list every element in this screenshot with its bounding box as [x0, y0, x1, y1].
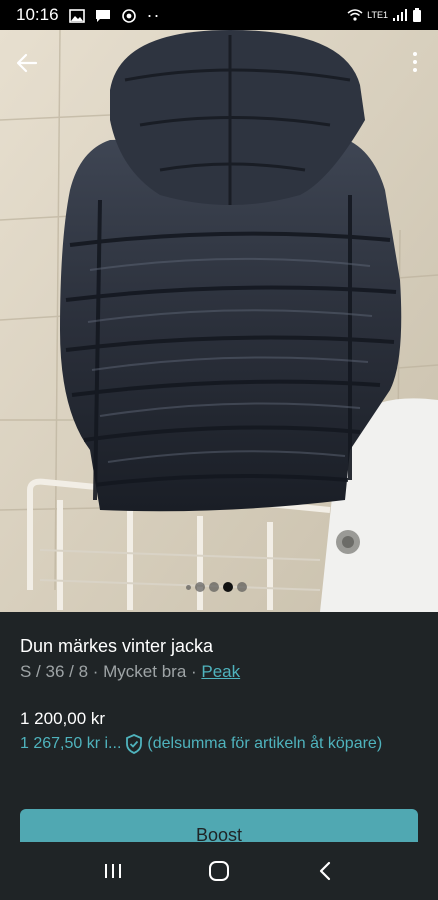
signal-icon: [392, 8, 408, 22]
image-icon: [68, 8, 85, 23]
carousel-dot[interactable]: [186, 584, 191, 590]
back-arrow-icon[interactable]: [12, 48, 42, 78]
carousel-dot-active[interactable]: [223, 582, 233, 592]
listing-details: Dun märkes vinter jacka S / 36 / 8 · Myc…: [0, 612, 438, 857]
buyer-price-note: (delsumma för artikeln åt köpare): [147, 735, 383, 752]
listing-price: 1 200,00 kr: [20, 709, 106, 728]
buyer-price: 1 267,50 kr i...: [20, 735, 122, 752]
shield-check-icon: [125, 734, 143, 754]
status-more-dots: ··: [146, 4, 161, 25]
jacket-image: [0, 30, 438, 612]
wifi-icon: [347, 8, 363, 22]
carousel-dot[interactable]: [195, 582, 205, 592]
message-icon: [95, 8, 111, 22]
listing-attributes: S / 36 / 8 · Mycket bra · Peak: [20, 662, 240, 682]
back-nav-icon[interactable]: [305, 851, 345, 891]
status-bar: 10:16 ·· LTE1: [0, 0, 438, 30]
home-icon[interactable]: [199, 851, 239, 891]
carousel-indicator: [186, 582, 247, 592]
chrome-icon: [121, 8, 137, 23]
listing-photo[interactable]: [0, 30, 438, 612]
recent-apps-icon[interactable]: [93, 851, 133, 891]
battery-icon: [412, 8, 422, 22]
network-label: LTE1: [367, 10, 388, 20]
status-time: 10:16: [16, 5, 59, 24]
listing-size-condition: S / 36 / 8 · Mycket bra ·: [20, 662, 202, 681]
brand-link[interactable]: Peak: [201, 662, 240, 681]
listing-title: Dun märkes vinter jacka: [20, 636, 214, 656]
android-nav-bar: [0, 842, 438, 900]
carousel-dot[interactable]: [237, 582, 247, 592]
more-options-icon[interactable]: [412, 50, 418, 74]
carousel-dot[interactable]: [209, 582, 219, 592]
buyer-price-row[interactable]: 1 267,50 kr i... (delsumma för artikeln …: [20, 734, 382, 754]
